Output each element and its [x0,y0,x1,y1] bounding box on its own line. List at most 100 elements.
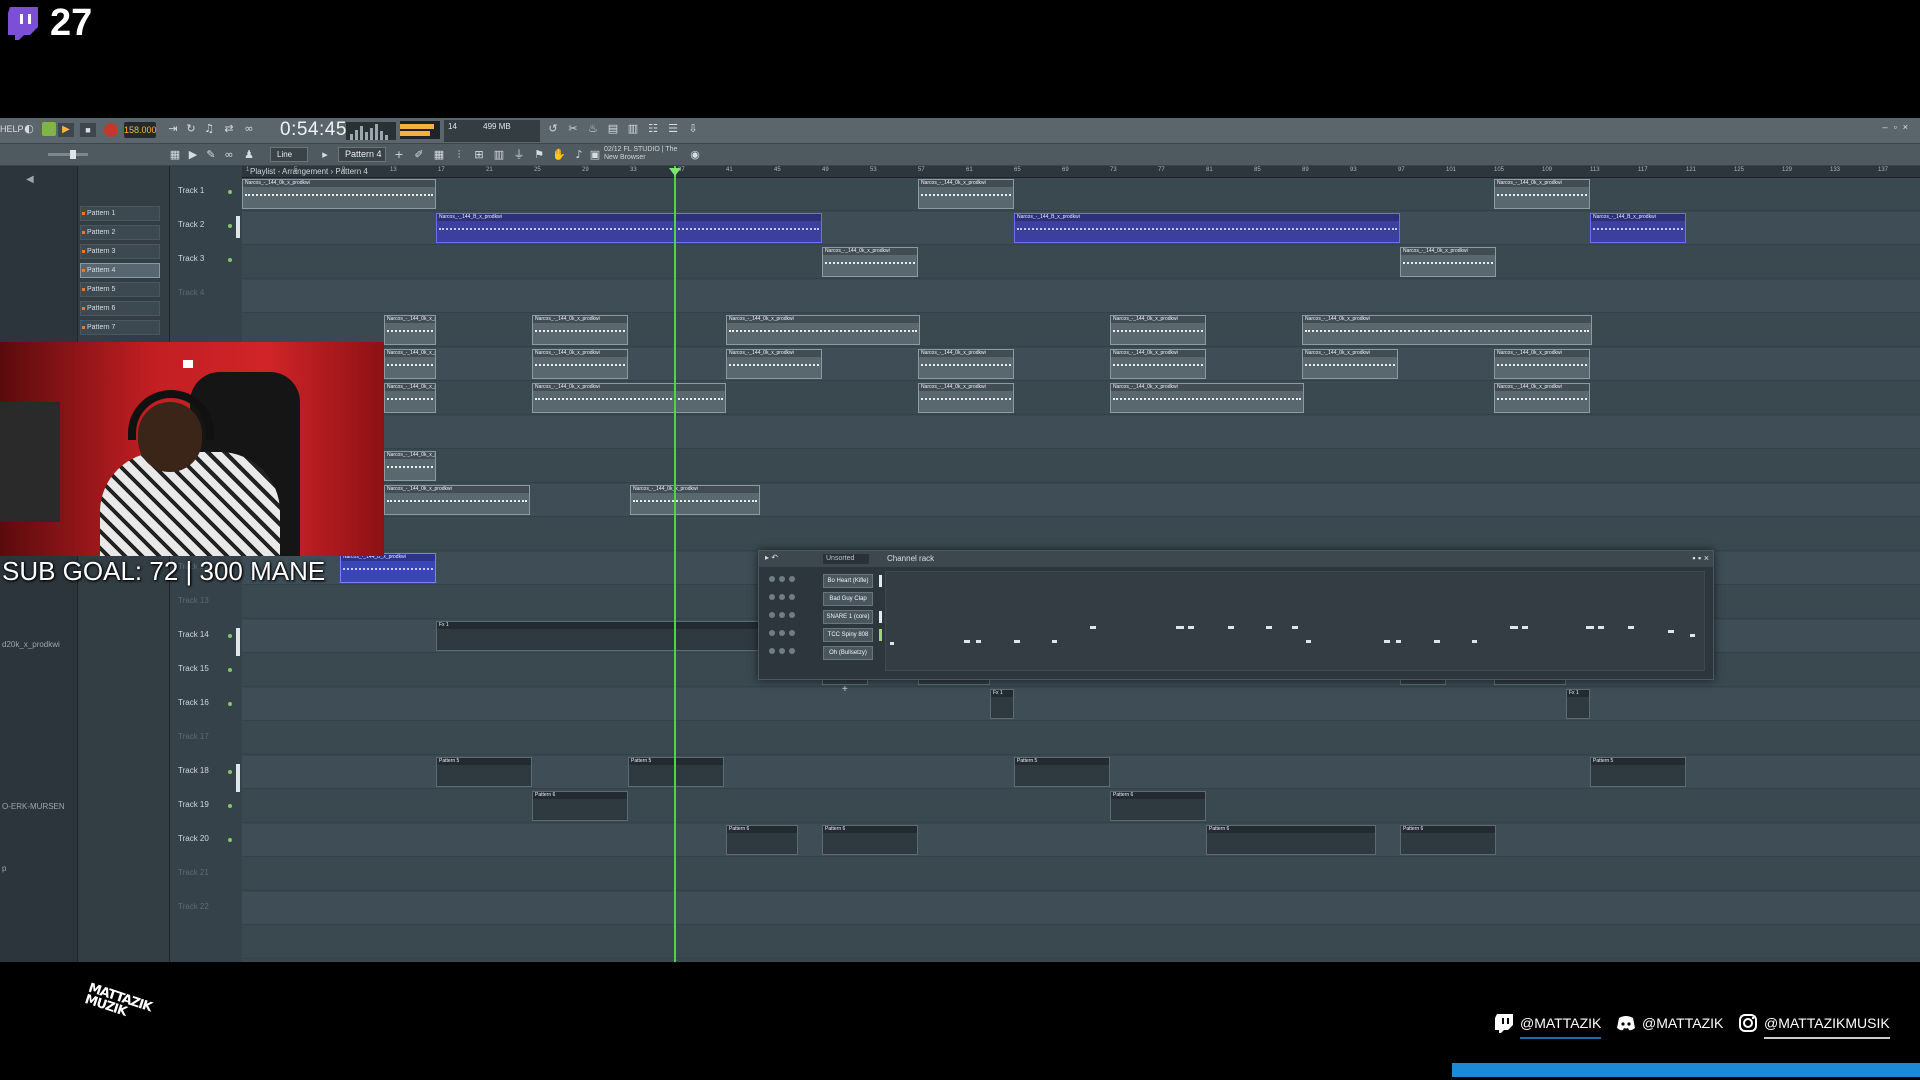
channel-pan-icon[interactable] [779,630,785,636]
audio-clip[interactable]: Narcos_-_144_0k_x_prodkwi [726,349,822,379]
pattern-clip[interactable]: Pattern 5 [436,757,532,787]
loop-record-icon[interactable]: ∞ [242,122,256,136]
audio-clip[interactable]: Narcos_-_144_0k_x_prodkwi [918,349,1014,379]
timeline-ruler[interactable]: 1 5 9 13 17 21 25 29 33 37 41 45 49 53 5… [242,166,1920,178]
snap-select[interactable]: Line [270,147,308,162]
pattern-mode-button[interactable] [42,122,56,136]
playhead[interactable] [674,166,676,962]
track-selector[interactable] [236,764,240,792]
browser-item[interactable]: O-ERK-MURSEN [2,802,65,811]
channel-vol-icon[interactable] [789,594,795,600]
channel-name-button[interactable]: TCC Spiny 808 [823,628,873,642]
track-mute-icon[interactable] [228,190,232,194]
play-button[interactable]: ▶ [58,123,74,137]
stop-button[interactable]: ■ [80,123,96,137]
eq-icon[interactable]: ⫶ [452,148,466,162]
menu-label[interactable]: HELP [0,124,24,134]
audio-clip[interactable]: Narcos_-_144_0k_x_prodkwi [1110,315,1206,345]
countdown-icon[interactable]: ♫ [202,122,216,136]
audio-clip[interactable]: Narcos_-_144_0k_x_prodkwi [384,383,436,413]
play-mode-icon[interactable]: ▶ [186,148,200,162]
channel-mute-icon[interactable] [769,576,775,582]
tree-icon[interactable]: ⊞ [472,148,486,162]
pattern-clip[interactable]: Pattern 6 [1206,825,1376,855]
track-label[interactable]: Track 17 [178,732,209,741]
track-label[interactable]: Track 16 [178,698,209,707]
pattern-item[interactable]: Pattern 6 [80,301,160,316]
window-controls[interactable]: –▫× [1883,122,1914,132]
browser-back-icon[interactable]: ◀ [26,174,34,185]
channel-pan-icon[interactable] [779,612,785,618]
paint-icon[interactable]: ✐ [412,148,426,162]
pattern-item-selected[interactable]: Pattern 4 [80,263,160,278]
channel-pan-icon[interactable] [779,576,785,582]
playlist-icon[interactable]: ▤ [606,122,620,136]
channel-name-button[interactable]: Oh (Bullsetzy) [823,646,873,660]
channel-select[interactable] [879,611,882,623]
audio-clip[interactable]: Narcos_-_144_0k_x_prodkwi [532,315,628,345]
audio-clip[interactable]: Narcos_-_144_B_x_prodkwi [1590,213,1686,243]
close-icon[interactable]: ▪ ▪ × [1692,553,1709,563]
tempo-display[interactable]: 158.000 [124,122,157,138]
fx-clip[interactable]: Fx 1 [436,621,796,651]
audio-clip[interactable]: Narcos_-_144_0k_x_prodkwi [384,451,436,481]
channel-vol-icon[interactable] [789,576,795,582]
audio-clip[interactable]: Narcos_-_144_B_x_prodkwi [340,553,436,583]
bars-icon[interactable]: ▥ [492,148,506,162]
channel-vol-icon[interactable] [789,612,795,618]
marker-icon[interactable]: ⚑ [532,148,546,162]
track-mute-icon[interactable] [228,804,232,808]
pattern-clip[interactable]: Pattern 6 [1400,825,1496,855]
stamp-icon[interactable]: ♟ [242,148,256,162]
track-label[interactable]: Track 3 [178,254,204,263]
pattern-clip[interactable]: Pattern 5 [1590,757,1686,787]
audio-clip[interactable]: Narcos_-_144_B_x_prodkwi [1014,213,1400,243]
playhead-marker-icon[interactable] [669,168,681,176]
audio-clip[interactable]: Narcos_-_144_B_x_prodkwi [436,213,822,243]
piano-icon[interactable]: ▦ [168,148,182,162]
channel-mute-icon[interactable] [769,648,775,654]
track-label[interactable]: Track 20 [178,834,209,843]
fx-clip[interactable]: Fx 1 [1566,689,1590,719]
audio-clip[interactable]: Narcos_-_144_0k_x_prodkwi [1110,349,1206,379]
audio-clip[interactable]: Narcos_-_144_0k_x_prodkwi [918,179,1014,209]
browser-item[interactable]: p [2,864,6,873]
pattern-clip[interactable]: Pattern 5 [628,757,724,787]
track-label[interactable]: Track 4 [178,288,204,297]
pattern-clip[interactable]: Pattern 6 [1110,791,1206,821]
pattern-item[interactable]: Pattern 7 [80,320,160,335]
audio-clip[interactable]: Narcos_-_144_0k_x_prodkwi [1494,349,1590,379]
audio-clip[interactable]: Narcos_-_144_0k_x_prodkwi [1494,383,1590,413]
fx-clip[interactable]: Fx 1 [990,689,1014,719]
channel-mute-icon[interactable] [769,612,775,618]
track-mute-icon[interactable] [228,258,232,262]
audio-clip[interactable]: Narcos_-_144_0k_x_prodkwi [822,247,918,277]
audio-clip[interactable]: Narcos_-_144_0k_x_prodkwi [630,485,760,515]
channel-name-button[interactable]: Bad Guy Clap [823,592,873,606]
audio-clip[interactable]: Narcos_-_144_0k_x_prodkwi [1110,383,1304,413]
audio-clip[interactable]: Narcos_-_144_0k_x_prodkwi [1494,179,1590,209]
audio-clip[interactable]: Narcos_-_144_0k_x_prodkwi [532,383,726,413]
speaker-icon[interactable]: ♪ [572,148,586,162]
track-mute-icon[interactable] [228,702,232,706]
pattern-select[interactable]: Pattern 4 [338,147,386,162]
channel-name-button[interactable]: Bo Heart (Kifle) [823,574,873,588]
pattern-item[interactable]: Pattern 2 [80,225,160,240]
browser-item[interactable]: d20k_x_prodkwi [2,640,60,649]
wait-input-icon[interactable]: ↻ [184,122,198,136]
undo-icon[interactable]: ↺ [546,122,560,136]
channel-vol-icon[interactable] [789,648,795,654]
track-mute-icon[interactable] [228,224,232,228]
track-label[interactable]: Track 14 [178,630,209,639]
piano-roll-icon[interactable]: ▥ [626,122,640,136]
mixer-icon[interactable]: ☷ [646,122,660,136]
audio-clip[interactable]: Narcos_-_144_0k_x_prodkwi [384,485,530,515]
channel-filter-select[interactable]: Unsorted [823,554,869,564]
audio-clip[interactable]: Narcos_-_144_0k_x_prodkwi [384,315,436,345]
link-icon[interactable]: ∞ [222,148,236,162]
mic-icon[interactable]: ♨ [586,122,600,136]
grid-icon[interactable]: ▦ [432,148,446,162]
track-selector[interactable] [236,628,240,656]
channel-mute-icon[interactable] [769,594,775,600]
audio-clip[interactable]: Narcos_-_144_0k_x_prodkwi [532,349,628,379]
